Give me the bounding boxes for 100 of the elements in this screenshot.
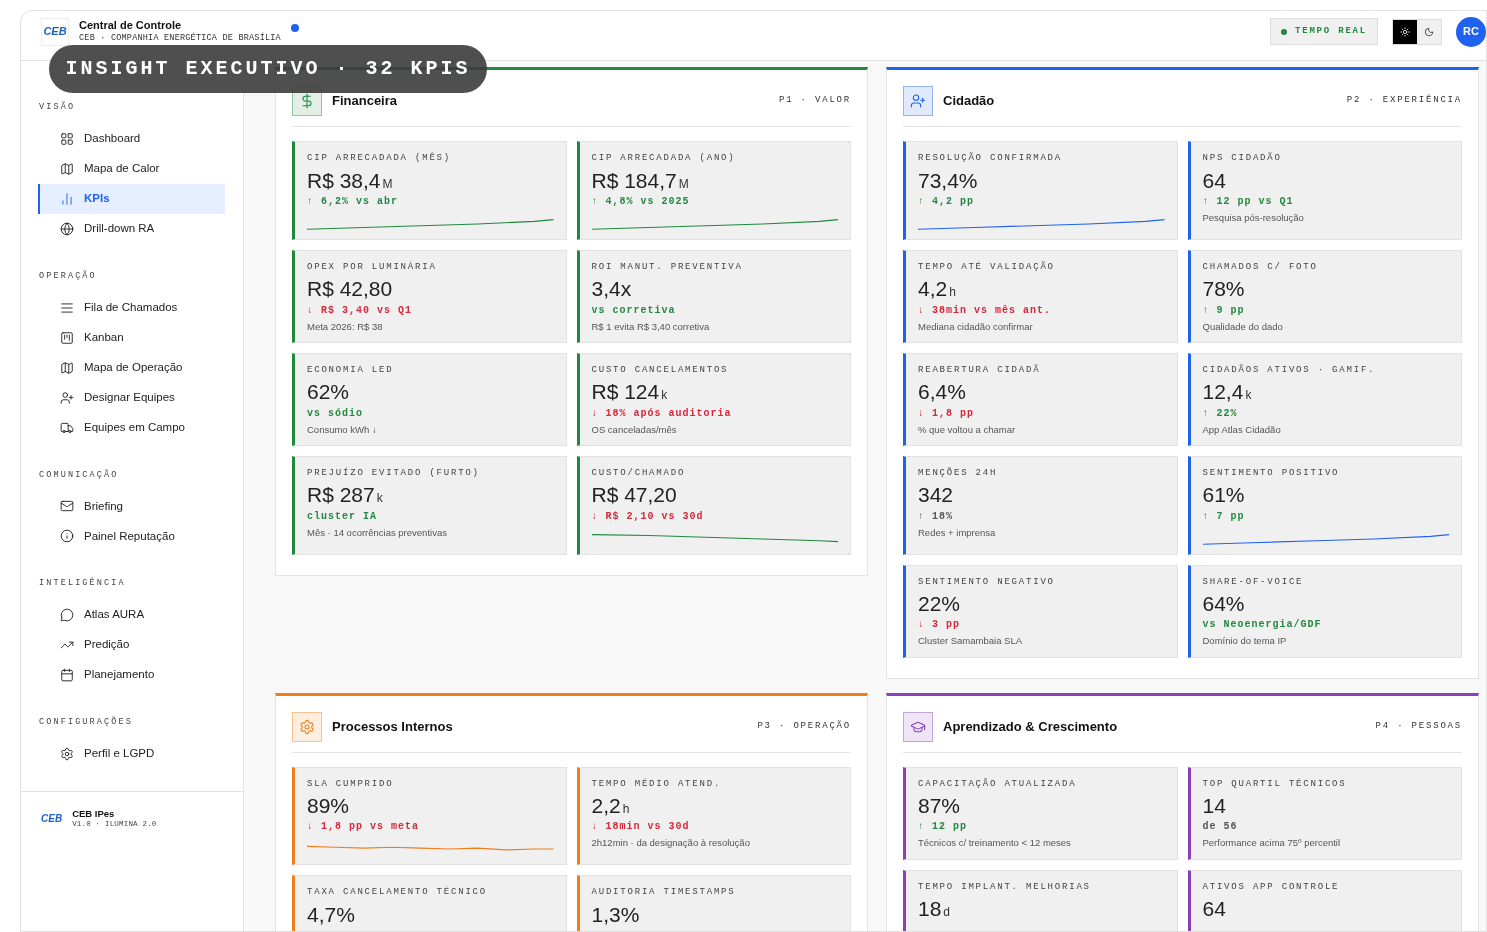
nav-item[interactable]: Painel Reputação	[38, 521, 225, 552]
kpi-note: R$ 1 evita R$ 3,40 corretiva	[591, 319, 711, 334]
kpi-delta: ↓ 1,8 pp vs meta	[307, 820, 420, 835]
nav-group-title: CONFIGURAÇÕES	[39, 716, 134, 729]
kpi-note: Cluster Samambaia SLA	[918, 634, 1024, 649]
kpi-note: Meta 2026: R$ 38	[307, 319, 384, 334]
kpi-label: OPEX POR LUMINÁRIA	[307, 260, 438, 274]
kpi-note: Pesquisa pós-resolução	[1202, 210, 1305, 225]
kpi-unit: M	[382, 175, 393, 193]
kpi-value: 1,3%	[591, 901, 640, 928]
footer-name: CEB IPes	[72, 807, 116, 820]
kpi-label: TEMPO IMPLANT. MELHORIAS	[918, 880, 1092, 894]
kpi-delta: ↓ 38min vs mês ant.	[918, 303, 1053, 318]
kpi-delta: cluster IA	[307, 509, 378, 524]
kpi-label: TAXA CANCELAMENTO TÉCNICO	[307, 886, 489, 900]
kpi-note: OS canceladas/mês	[591, 422, 678, 437]
nav-item[interactable]: Atlas AURA	[38, 600, 225, 630]
kpi-label: TEMPO MÉDIO ATEND.	[591, 777, 723, 791]
kpi-value: 12,4	[1202, 379, 1244, 406]
kpi-value: 62%	[307, 379, 350, 406]
kpi-note: Mês · 14 ocorrências preventivas	[307, 525, 448, 540]
user-avatar[interactable]: RC	[1456, 16, 1486, 47]
kpi-delta: de 56	[1202, 820, 1239, 835]
kpi-unit: k	[1245, 387, 1252, 405]
kpi-unit: h	[622, 801, 630, 818]
kpi-label: SENTIMENTO POSITIVO	[1202, 466, 1341, 480]
kpi-label: ATIVOS APP CONTROLE	[1202, 880, 1341, 894]
company-logo: CEB	[41, 811, 63, 826]
kpi-value: 14	[1202, 793, 1226, 819]
nav-group-title: COMUNICAÇÃO	[39, 468, 120, 482]
kpi-label: PREJUÍZO EVITADO (FURTO)	[307, 466, 481, 480]
kpi-delta: ↑ 4,2 pp	[918, 194, 975, 209]
kpi-value: 73,4%	[918, 167, 978, 194]
kpi-value: 64%	[1202, 591, 1245, 617]
kpi-value: 18	[918, 896, 942, 922]
nav-item[interactable]: Dashboard	[38, 123, 225, 154]
kpi-value: R$ 124	[591, 379, 660, 406]
kpi-label: RESOLUÇÃO CONFIRMADA	[918, 152, 1064, 165]
caption-text: INSIGHT EXECUTIVO · 32 KPIS	[65, 56, 471, 82]
section-tag: P4 · PESSOAS	[1375, 719, 1462, 734]
nav-item[interactable]: Planejamento	[38, 660, 225, 690]
section-tag: P3 · OPERAÇÃO	[757, 719, 851, 734]
kpi-label: CIP ARRECADADA (ANO)	[591, 152, 737, 165]
kpi-value: 64	[1202, 896, 1226, 922]
kpi-delta: ↓ 1,8 pp	[918, 406, 975, 421]
kpi-value: 2,2	[591, 793, 621, 819]
kpi-note: Performance acima 75º percentil	[1202, 836, 1342, 851]
section-title: Aprendizado & Crescimento	[943, 717, 1118, 736]
section-title: Cidadão	[943, 92, 995, 111]
kpi-note: Técnicos c/ treinamento < 12 meses	[918, 836, 1072, 851]
nav-item[interactable]: Equipes em Campo	[38, 412, 225, 443]
kpi-label: SLA CUMPRIDO	[307, 777, 395, 791]
nav-item[interactable]: Mapa de Calor	[38, 153, 225, 184]
nav-group-title: VISÃO	[39, 101, 77, 114]
nav-item[interactable]: Predição	[38, 630, 225, 660]
kpi-label: CHAMADOS C/ FOTO	[1202, 260, 1319, 274]
nav-item[interactable]: Designar Equipes	[38, 382, 225, 413]
nav-item[interactable]: Mapa de Operação	[38, 352, 225, 383]
kpi-label: CIDADÃOS ATIVOS · GAMIF.	[1202, 363, 1377, 377]
nav-item[interactable]: Fila de Chamados	[38, 292, 225, 323]
kpi-label: CAPACITAÇÃO ATUALIZADA	[918, 777, 1078, 791]
kpi-label: TOP QUARTIL TÉCNICOS	[1202, 777, 1348, 791]
section-tag: P2 · EXPERIÊNCIA	[1346, 94, 1462, 108]
live-label: TEMPO REAL	[1295, 24, 1367, 38]
nav-item[interactable]: Drill-down RA	[38, 213, 225, 244]
kpi-delta: ↓ R$ 2,10 vs 30d	[591, 509, 705, 524]
kpi-value: R$ 47,20	[591, 482, 677, 509]
kpi-note: Qualidade do dado	[1202, 319, 1284, 334]
kpi-unit: k	[661, 387, 668, 405]
kpi-note: Consumo kWh ↓	[307, 422, 378, 437]
kpi-delta: ↓ 3 pp	[918, 618, 961, 633]
kpi-label: NPS CIDADÃO	[1202, 152, 1283, 165]
section-title: Processos Internos	[332, 717, 453, 736]
kpi-value: 78%	[1202, 276, 1245, 303]
kpi-value: 3,4x	[591, 276, 632, 303]
kpi-delta: ↑ 4,8% vs 2025	[591, 194, 691, 209]
kpi-label: CUSTO/CHAMADO	[591, 466, 687, 480]
kpi-label: CUSTO CANCELAMENTOS	[591, 363, 730, 377]
kpi-unit: h	[949, 284, 956, 302]
kpi-unit: d	[943, 904, 951, 921]
kpi-note: Mediana cidadão confirmar	[918, 319, 1034, 334]
kpi-label: REABERTURA CIDADÃ	[918, 363, 1042, 377]
section-tag: P1 · VALOR	[779, 94, 851, 108]
nav-item[interactable]: Kanban	[38, 322, 225, 353]
kpi-delta: ↑ 22%	[1202, 406, 1239, 421]
nav-item[interactable]: Briefing	[38, 491, 225, 522]
nav-item[interactable]: Perfil e LGPD	[38, 738, 225, 769]
kpi-note: Domínio do tema IP	[1202, 634, 1288, 649]
kpi-delta: vs corretiva	[591, 303, 677, 318]
kpi-value: 22%	[918, 591, 961, 617]
kpi-value: R$ 38,4	[307, 167, 381, 194]
nav-group-title: OPERAÇÃO	[39, 269, 98, 283]
nav-item[interactable]: KPIs	[38, 183, 225, 214]
kpi-note: % que voltou a chamar	[918, 422, 1017, 437]
kpi-note: App Atlas Cidadão	[1202, 422, 1282, 437]
kpi-delta: ↓ 18% após auditoria	[591, 406, 733, 421]
kpi-delta: ↑ 12 pp vs Q1	[1202, 194, 1295, 209]
kpi-label: SHARE-OF-VOICE	[1202, 575, 1305, 589]
kpi-value: 4,7%	[307, 901, 355, 928]
kpi-value: R$ 42,80	[307, 276, 393, 303]
